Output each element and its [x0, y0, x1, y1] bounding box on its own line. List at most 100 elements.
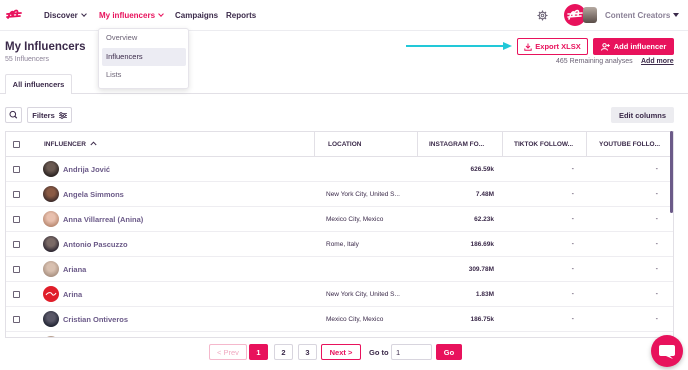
- arina-logo-icon: [45, 292, 57, 296]
- instagram-followers: 309.78M: [468, 266, 494, 273]
- instagram-followers: 626.59k: [470, 166, 495, 173]
- add-user-icon: [600, 42, 610, 51]
- row-checkbox[interactable]: [13, 316, 20, 323]
- avatar: [43, 186, 59, 202]
- dropdown-item-lists[interactable]: Lists: [102, 66, 186, 84]
- nav-my-influencers-label: My influencers: [99, 11, 156, 20]
- goto-page-input[interactable]: [391, 344, 432, 360]
- influencer-location: New York City, United S...: [326, 291, 400, 298]
- next-page-button[interactable]: Next >: [321, 344, 361, 360]
- table-row[interactable]: Angela Simmons New York City, United S..…: [6, 182, 673, 207]
- nav-reports[interactable]: Reports: [226, 11, 256, 20]
- chat-icon: [659, 345, 675, 359]
- influencer-name[interactable]: Anna Villarreal (Anina): [63, 207, 143, 232]
- influencer-name[interactable]: Angela Simmons: [63, 182, 124, 207]
- influencer-location: New York City, United S...: [326, 191, 400, 198]
- influencer-name[interactable]: Ariana: [63, 257, 86, 282]
- instagram-followers: 186.75k: [470, 316, 495, 323]
- prev-page-button[interactable]: < Prev: [209, 344, 247, 360]
- column-divider: [417, 132, 418, 157]
- tiktok-followers: -: [571, 266, 574, 273]
- nav-campaigns[interactable]: Campaigns: [175, 11, 218, 20]
- row-checkbox[interactable]: [13, 216, 20, 223]
- page-1-button[interactable]: 1: [249, 344, 268, 360]
- column-divider: [502, 132, 503, 157]
- influencer-name[interactable]: Cristian Ontiveros: [63, 307, 128, 332]
- column-header-youtube[interactable]: YOUTUBE FOLLO...: [599, 132, 671, 157]
- sliders-icon: [58, 111, 67, 119]
- instagram-followers: 1.83M: [475, 291, 494, 298]
- edit-columns-button[interactable]: Edit columns: [611, 107, 674, 123]
- tiktok-followers: -: [571, 316, 574, 323]
- column-header-location[interactable]: LOCATION: [328, 132, 361, 157]
- youtube-followers: -: [655, 166, 658, 173]
- sort-ascending-icon: [90, 141, 97, 146]
- page-2-button[interactable]: 2: [274, 344, 293, 360]
- row-checkbox[interactable]: [13, 166, 20, 173]
- tab-all-influencers[interactable]: All influencers: [5, 74, 72, 94]
- table-row[interactable]: Ariana 309.78M - -: [6, 257, 673, 282]
- instagram-followers: 186.69k: [470, 241, 495, 248]
- remaining-analyses: 465 Remaining analyses: [556, 58, 633, 65]
- row-checkbox[interactable]: [13, 266, 20, 273]
- avatar: [43, 336, 59, 337]
- tiktok-followers: -: [571, 191, 574, 198]
- annotation-arrow: [406, 42, 512, 50]
- influencer-name[interactable]: Antonio Pascuzzo: [63, 232, 128, 257]
- go-button[interactable]: Go: [436, 344, 462, 360]
- youtube-followers: -: [655, 216, 658, 223]
- my-influencers-dropdown: Overview Influencers Lists: [98, 28, 189, 89]
- top-navigation: Discover My influencers Campaigns Report…: [0, 0, 688, 31]
- user-avatar[interactable]: [583, 7, 597, 23]
- youtube-followers: -: [655, 266, 658, 273]
- download-icon: [524, 43, 532, 51]
- nav-discover[interactable]: Discover: [44, 11, 87, 20]
- avatar: [43, 311, 59, 327]
- avatar: [43, 161, 59, 177]
- chat-launcher-button[interactable]: [651, 335, 683, 367]
- search-icon: [9, 110, 18, 119]
- column-header-influencer[interactable]: INFLUENCER: [44, 132, 97, 157]
- column-header-instagram[interactable]: INSTAGRAM FO...: [429, 132, 501, 157]
- instagram-followers: 62.23k: [474, 216, 494, 223]
- avatar: [43, 211, 59, 227]
- influencer-name[interactable]: Andrija Jović: [63, 157, 110, 182]
- influencer-name[interactable]: Arina: [63, 282, 82, 307]
- row-checkbox[interactable]: [13, 291, 20, 298]
- search-button[interactable]: [5, 107, 22, 123]
- youtube-followers: -: [655, 316, 658, 323]
- column-header-tiktok[interactable]: TIKTOK FOLLOW...: [514, 132, 586, 157]
- add-influencer-button[interactable]: Add influencer: [593, 38, 674, 55]
- column-divider: [586, 132, 587, 157]
- row-checkbox[interactable]: [13, 241, 20, 248]
- table-header: INFLUENCER LOCATION INSTAGRAM FO... TIKT…: [6, 132, 673, 157]
- filters-button[interactable]: Filters: [27, 107, 72, 123]
- goto-label: Go to: [369, 348, 389, 357]
- table-row[interactable]: Arina New York City, United S... 1.83M -…: [6, 282, 673, 307]
- table-row-partial: [6, 332, 673, 337]
- chevron-down-icon: [158, 11, 164, 17]
- add-more-link[interactable]: Add more: [641, 58, 674, 65]
- page-3-button[interactable]: 3: [298, 344, 317, 360]
- influencer-location: Rome, Italy: [326, 241, 359, 248]
- dropdown-item-overview[interactable]: Overview: [102, 29, 186, 47]
- dropdown-item-influencers[interactable]: Influencers: [102, 48, 186, 66]
- settings-icon[interactable]: [537, 10, 548, 21]
- table-row[interactable]: Cristian Ontiveros Mexico City, Mexico 1…: [6, 307, 673, 332]
- table-scrollbar[interactable]: [670, 131, 673, 213]
- export-xlsx-button[interactable]: Export XLSX: [517, 38, 588, 55]
- account-switcher[interactable]: Content Creators: [605, 11, 680, 20]
- table-row[interactable]: Antonio Pascuzzo Rome, Italy 186.69k - -: [6, 232, 673, 257]
- nav-my-influencers[interactable]: My influencers: [99, 11, 164, 20]
- youtube-followers: -: [655, 241, 658, 248]
- table-row[interactable]: Anna Villarreal (Anina) Mexico City, Mex…: [6, 207, 673, 232]
- row-checkbox[interactable]: [13, 191, 20, 198]
- chevron-down-icon: [80, 11, 87, 17]
- tiktok-followers: -: [571, 241, 574, 248]
- tiktok-followers: -: [571, 291, 574, 298]
- filters-label: Filters: [32, 110, 55, 120]
- select-all-checkbox[interactable]: [13, 141, 20, 148]
- avatar: [43, 286, 59, 302]
- table-row[interactable]: Andrija Jović 626.59k - -: [6, 157, 673, 182]
- brand-logo-icon[interactable]: [6, 8, 22, 22]
